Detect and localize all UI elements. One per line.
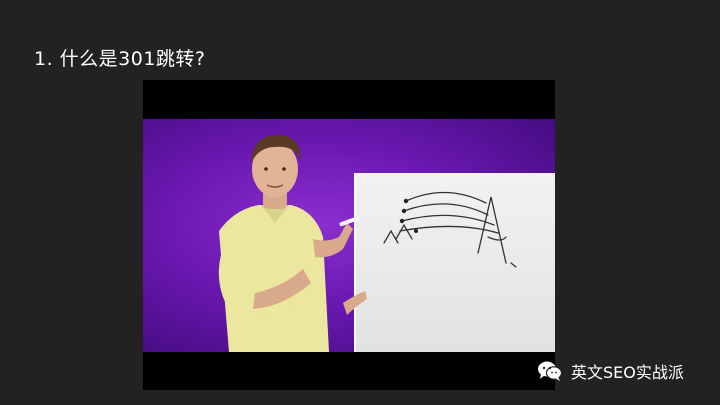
video-player[interactable] xyxy=(143,80,555,390)
video-frame-image xyxy=(143,119,555,352)
wechat-watermark: 英文SEO实战派 xyxy=(537,359,684,383)
presenter xyxy=(218,135,367,352)
slide-title: 1. 什么是301跳转? xyxy=(34,48,206,70)
watermark-text: 英文SEO实战派 xyxy=(571,363,684,382)
wechat-icon xyxy=(538,361,563,381)
